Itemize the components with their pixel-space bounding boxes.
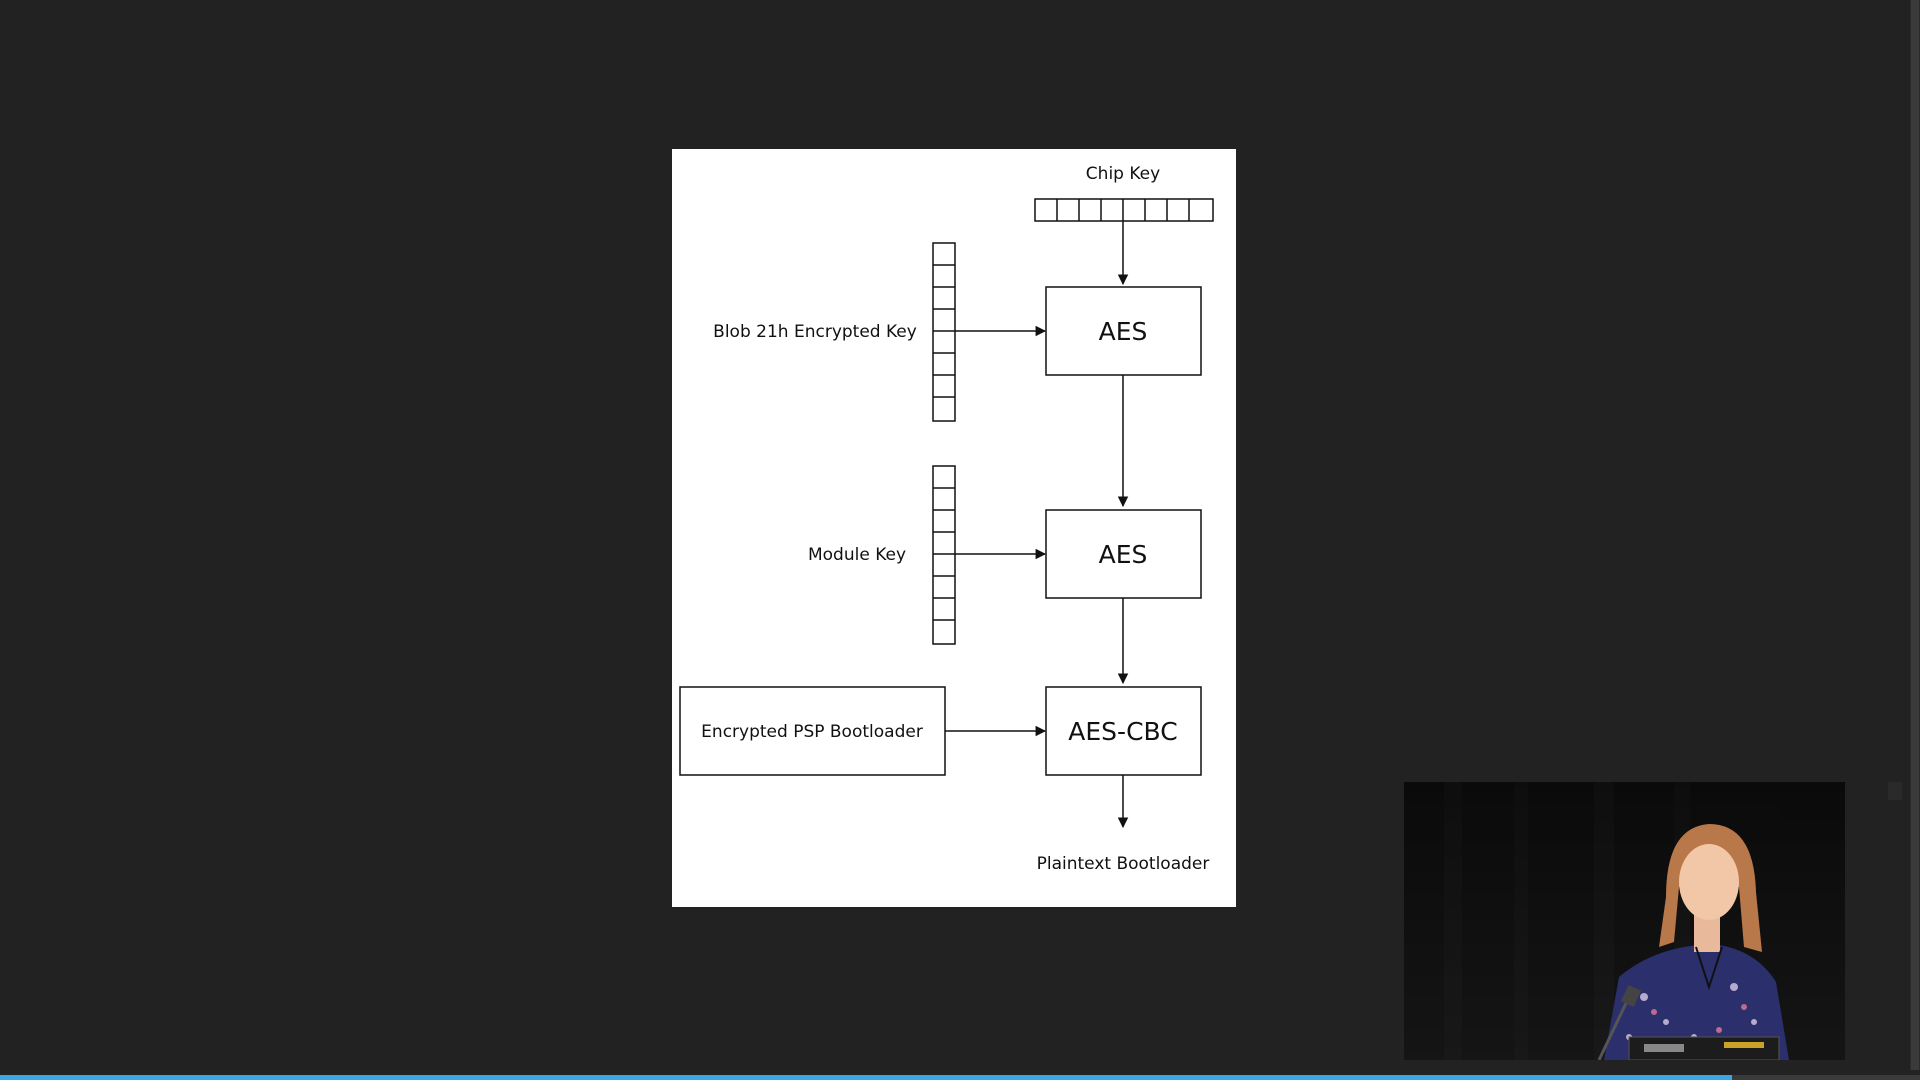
aes-box-1-label: AES bbox=[1099, 317, 1148, 346]
presentation-viewer: Chip Key Blob 21h Encrypted Key AES Modu… bbox=[0, 0, 1920, 1080]
blob-key-label: Blob 21h Encrypted Key bbox=[713, 322, 917, 342]
encrypted-bootloader-label: Encrypted PSP Bootloader bbox=[701, 722, 923, 742]
slide: Chip Key Blob 21h Encrypted Key AES Modu… bbox=[672, 149, 1236, 907]
speaker-image bbox=[1404, 782, 1845, 1060]
module-key-register bbox=[932, 465, 956, 645]
chip-key-label: Chip Key bbox=[1086, 164, 1160, 184]
plaintext-bootloader-label: Plaintext Bootloader bbox=[1037, 854, 1210, 874]
video-overlay-button[interactable] bbox=[1888, 782, 1902, 800]
aes-cbc-box-label: AES-CBC bbox=[1068, 717, 1177, 746]
chip-key-register bbox=[1034, 198, 1214, 222]
module-key-label: Module Key bbox=[808, 545, 906, 565]
speaker-video-overlay[interactable] bbox=[1404, 782, 1845, 1060]
blob-key-register bbox=[932, 242, 956, 422]
playback-progress-fill bbox=[0, 1075, 1732, 1080]
aes-box-2-label: AES bbox=[1099, 540, 1148, 569]
playback-progress-bar[interactable] bbox=[0, 1075, 1920, 1080]
scrollbar-thumb[interactable] bbox=[1911, 0, 1919, 1070]
key-derivation-diagram: Chip Key Blob 21h Encrypted Key AES Modu… bbox=[679, 164, 1214, 874]
scrollbar[interactable] bbox=[1910, 0, 1920, 1070]
